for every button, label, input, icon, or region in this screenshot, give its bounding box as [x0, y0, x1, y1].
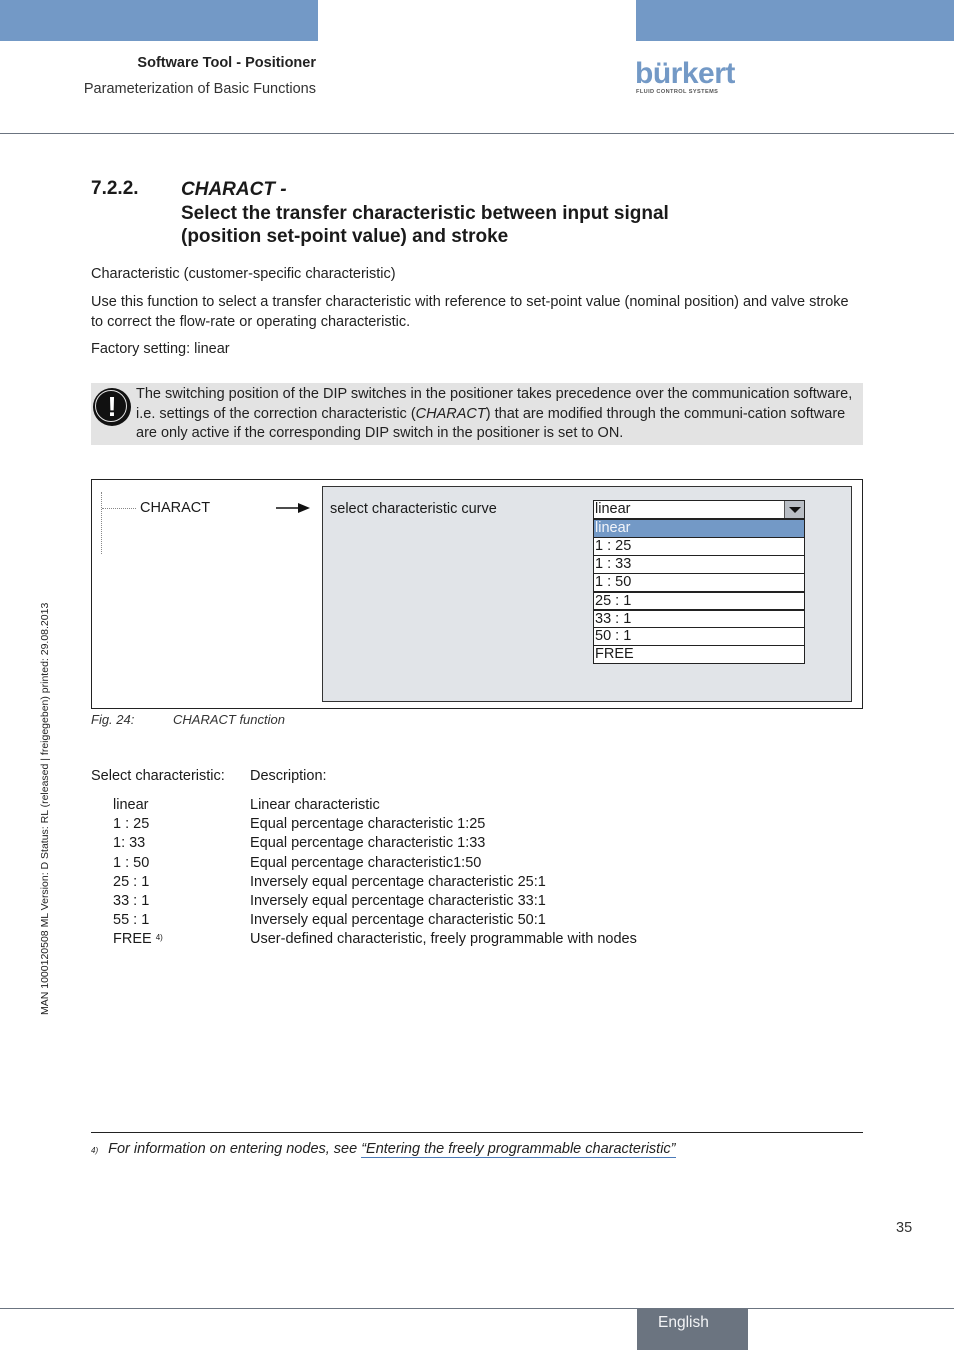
section-title-line-3: (position set-point value) and stroke [181, 226, 509, 247]
row-key: 55 : 1 [113, 912, 150, 929]
header-divider [0, 133, 954, 134]
panel-label: select characteristic curve [330, 501, 497, 517]
dropdown-option-free[interactable]: FREE [594, 645, 804, 663]
row-description: Equal percentage characteristic 1:33 [250, 835, 486, 852]
document-metadata-sidebar: MAN 1000120508 ML Version: D Status: RL … [39, 602, 51, 1015]
page-number: 35 [896, 1220, 913, 1236]
warning-note: The switching position of the DIP switch… [91, 383, 863, 445]
header-band-left [0, 0, 318, 41]
footnote-mark: 4) [91, 1146, 99, 1155]
footnote-text: For information on entering nodes, see [108, 1141, 362, 1157]
dropdown-option-33-1[interactable]: 33 : 1 [594, 609, 804, 627]
characteristic-dropdown[interactable]: linear linear 1 : 25 1 : 33 1 : 50 25 : … [593, 500, 805, 664]
header-band-right [636, 0, 954, 41]
footnote: 4) For information on entering nodes, see… [91, 1141, 676, 1158]
table-header-description: Description: [250, 768, 327, 784]
dropdown-option-1-25[interactable]: 1 : 25 [594, 537, 804, 555]
figure-caption-text: CHARACT function [173, 712, 285, 727]
dropdown-option-1-50[interactable]: 1 : 50 [594, 573, 804, 591]
row-description: Equal percentage characteristic1:50 [250, 854, 482, 871]
footnote-link[interactable]: “Entering the freely programmable charac… [361, 1141, 676, 1158]
language-label: English [658, 1314, 709, 1331]
header-subtitle: Parameterization of Basic Functions [83, 81, 316, 97]
paragraph-characteristic: Characteristic (customer-specific charac… [91, 266, 396, 282]
row-key: FREE 4) [113, 930, 163, 949]
footer-divider [0, 1308, 954, 1309]
figure-caption: Fig. 24: CHARACT function [91, 712, 285, 727]
row-key: 25 : 1 [113, 873, 150, 890]
row-key: 1 : 50 [113, 854, 150, 871]
logo-tagline: FLUID CONTROL SYSTEMS [636, 89, 719, 95]
language-tab: English [637, 1308, 748, 1350]
burkert-logo: bürkert FLUID CONTROL SYSTEMS [635, 57, 735, 97]
chevron-down-icon[interactable] [784, 501, 804, 518]
tree-connector-horizontal [102, 508, 136, 509]
dropdown-options-list: linear 1 : 25 1 : 33 1 : 50 25 : 1 33 : … [593, 519, 805, 664]
section-title: CHARACT - Select the transfer characteri… [181, 178, 841, 249]
tree-item-charact[interactable]: CHARACT [140, 500, 210, 516]
footnote-reference[interactable]: 4) [156, 933, 163, 942]
dropdown-selected-value[interactable]: linear [593, 500, 805, 519]
dropdown-option-linear[interactable]: linear [594, 519, 804, 537]
row-key-text: FREE [113, 931, 152, 948]
figure-caption-label: Fig. 24: [91, 712, 135, 727]
row-key: linear [113, 797, 149, 813]
tree-connector-vertical [101, 492, 102, 554]
figure-charact-function: CHARACT select characteristic curve line… [91, 479, 863, 709]
header-title: Software Tool - Positioner [137, 55, 316, 71]
exclamation-icon [93, 388, 131, 426]
row-description: Inversely equal percentage characteristi… [250, 873, 546, 890]
warning-note-text: The switching position of the DIP switch… [136, 385, 861, 444]
row-description: User-defined characteristic, freely prog… [250, 931, 637, 948]
section-title-function: CHARACT - [181, 179, 287, 200]
dropdown-option-50-1[interactable]: 50 : 1 [594, 627, 804, 645]
dropdown-option-25-1[interactable]: 25 : 1 [594, 591, 804, 609]
row-key: 33 : 1 [113, 892, 150, 909]
section-number: 7.2.2. [91, 178, 139, 199]
row-key: 1: 33 [113, 835, 146, 852]
paragraph-description: Use this function to select a transfer c… [91, 294, 849, 330]
row-description: Inversely equal percentage characteristi… [250, 912, 546, 929]
section-title-line-2: Select the transfer characteristic betwe… [181, 202, 669, 224]
row-description: Linear characteristic [250, 797, 380, 813]
dropdown-selected-text: linear [595, 501, 631, 517]
logo-wordmark: bürkert [635, 57, 735, 90]
row-description: Inversely equal percentage characteristi… [250, 892, 546, 909]
note-text-charact: CHARACT [415, 405, 486, 422]
settings-panel: select characteristic curve linear linea… [322, 486, 852, 702]
paragraph-factory-setting: Factory setting: linear [91, 341, 230, 357]
dropdown-option-1-33[interactable]: 1 : 33 [594, 555, 804, 573]
table-header-characteristic: Select characteristic: [91, 768, 225, 784]
row-key: 1 : 25 [113, 816, 150, 833]
arrow-right-icon [276, 503, 310, 513]
footnote-divider [91, 1132, 863, 1133]
row-description: Equal percentage characteristic 1:25 [250, 816, 486, 833]
